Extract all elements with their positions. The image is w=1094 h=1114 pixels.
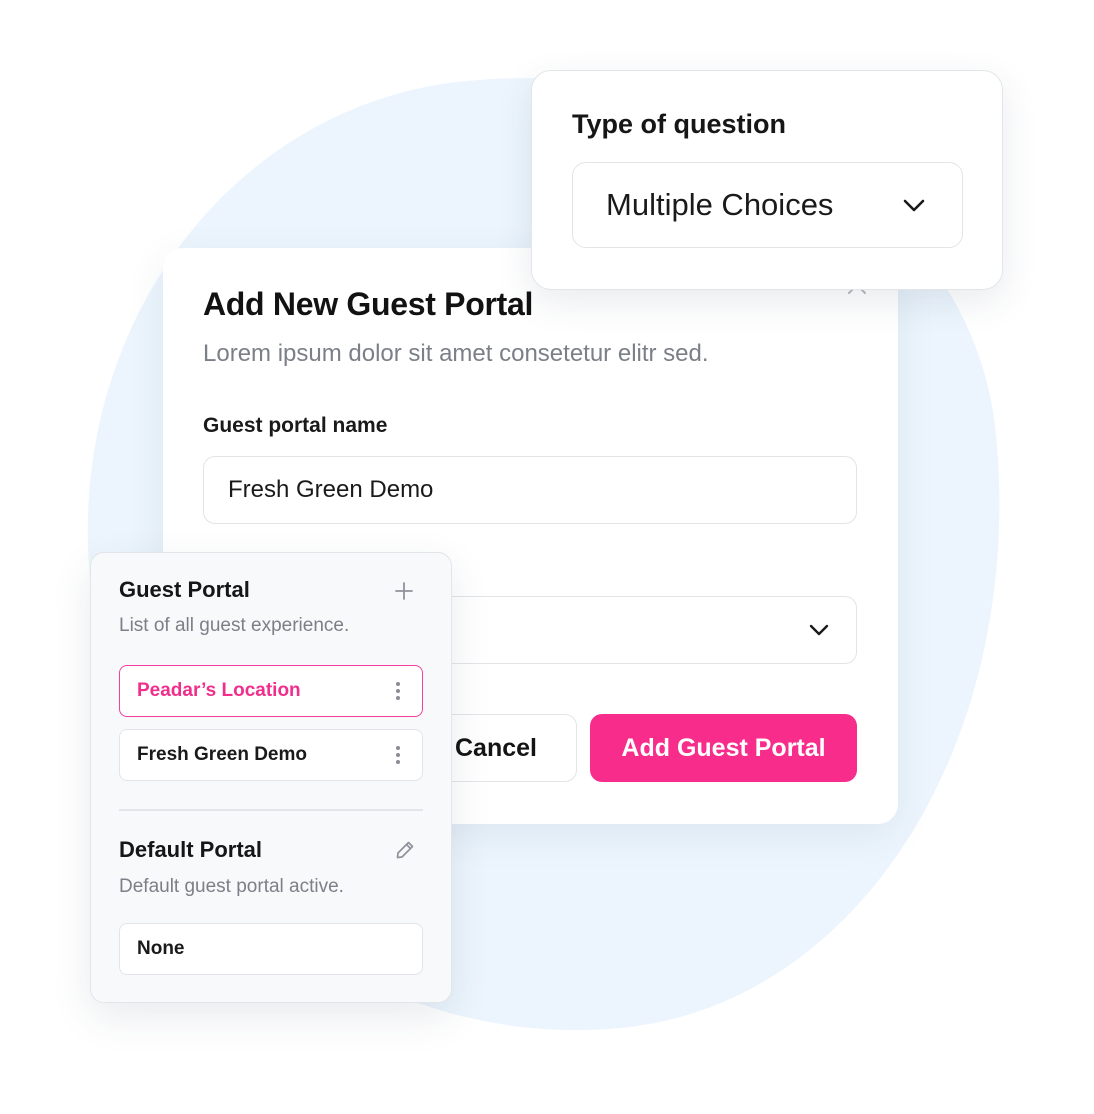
plus-icon[interactable]: [394, 581, 414, 601]
question-type-label: Type of question: [572, 109, 786, 139]
question-type-card: Type of question Multiple Choices: [531, 70, 1003, 290]
chevron-down-icon: [809, 624, 829, 636]
portal-list-item[interactable]: Peadar’s Location: [119, 665, 423, 717]
guest-portal-panel: Guest Portal List of all guest experienc…: [90, 552, 452, 1003]
modal-title: Add New Guest Portal: [203, 286, 534, 322]
default-portal-value: None: [137, 938, 185, 959]
add-guest-portal-button[interactable]: Add Guest Portal: [590, 714, 857, 782]
question-type-value: Multiple Choices: [606, 187, 834, 222]
portal-item-label: Fresh Green Demo: [137, 744, 307, 765]
portal-list-item[interactable]: Fresh Green Demo: [119, 729, 423, 781]
guest-portal-name-input[interactable]: [203, 456, 857, 524]
portal-item-label: Peadar’s Location: [137, 680, 301, 701]
default-portal-title: Default Portal: [119, 837, 263, 862]
pencil-icon[interactable]: [394, 839, 416, 861]
panel-title: Guest Portal: [119, 577, 250, 602]
guest-portal-name-label: Guest portal name: [203, 414, 388, 437]
kebab-menu-icon[interactable]: [395, 745, 401, 765]
question-type-select[interactable]: Multiple Choices: [572, 162, 963, 248]
panel-subtitle: List of all guest experience.: [119, 615, 350, 636]
panel-divider: [119, 809, 423, 811]
default-portal-select[interactable]: None: [119, 923, 423, 975]
modal-subtitle: Lorem ipsum dolor sit amet consetetur el…: [203, 340, 709, 367]
chevron-down-icon: [903, 199, 925, 212]
kebab-menu-icon[interactable]: [395, 681, 401, 701]
default-portal-subtitle: Default guest portal active.: [119, 876, 344, 897]
